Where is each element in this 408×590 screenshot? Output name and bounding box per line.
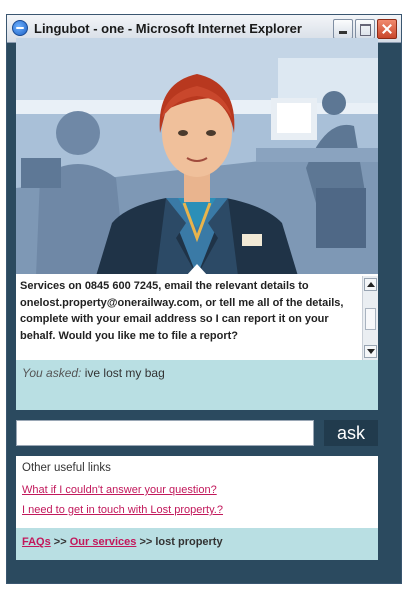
question-input[interactable] bbox=[16, 420, 314, 446]
you-asked-text: ive lost my bag bbox=[84, 366, 165, 380]
breadcrumb-our-services[interactable]: Our services bbox=[70, 536, 137, 548]
close-button[interactable] bbox=[377, 19, 397, 39]
response-scrollbar[interactable] bbox=[362, 276, 378, 360]
breadcrumb-separator: >> bbox=[139, 536, 153, 548]
link-unanswered-question[interactable]: What if I couldn't answer your question? bbox=[22, 484, 372, 496]
useful-links-title: Other useful links bbox=[22, 462, 111, 474]
bot-response-text: Services on 0845 600 7245, email the rel… bbox=[20, 280, 344, 342]
window-title: Lingubot - one - Microsoft Internet Expl… bbox=[34, 21, 302, 36]
link-contact-lost-property[interactable]: I need to get in touch with Lost propert… bbox=[22, 504, 372, 516]
bot-response-panel: Services on 0845 600 7245, email the rel… bbox=[16, 274, 378, 360]
scroll-up-icon[interactable] bbox=[364, 278, 377, 291]
breadcrumb-faqs[interactable]: FAQs bbox=[22, 536, 51, 548]
office-scene-image bbox=[16, 38, 378, 276]
you-asked-panel: You asked: ive lost my bag bbox=[16, 360, 378, 410]
useful-links-panel: Other useful links What if I couldn't an… bbox=[16, 456, 378, 528]
internet-explorer-icon bbox=[12, 20, 28, 36]
breadcrumb-current: lost property bbox=[155, 536, 223, 548]
you-asked-label: You asked: bbox=[22, 366, 82, 380]
ask-button[interactable]: ask bbox=[324, 420, 378, 446]
breadcrumb: FAQs >> Our services >> lost property bbox=[16, 528, 378, 560]
breadcrumb-separator: >> bbox=[53, 536, 67, 548]
minimize-button[interactable] bbox=[333, 19, 353, 39]
scroll-thumb[interactable] bbox=[365, 308, 376, 330]
avatar-illustration bbox=[16, 38, 378, 276]
scroll-down-icon[interactable] bbox=[364, 345, 377, 358]
maximize-button[interactable] bbox=[355, 19, 375, 39]
ask-form: ask bbox=[16, 420, 378, 448]
